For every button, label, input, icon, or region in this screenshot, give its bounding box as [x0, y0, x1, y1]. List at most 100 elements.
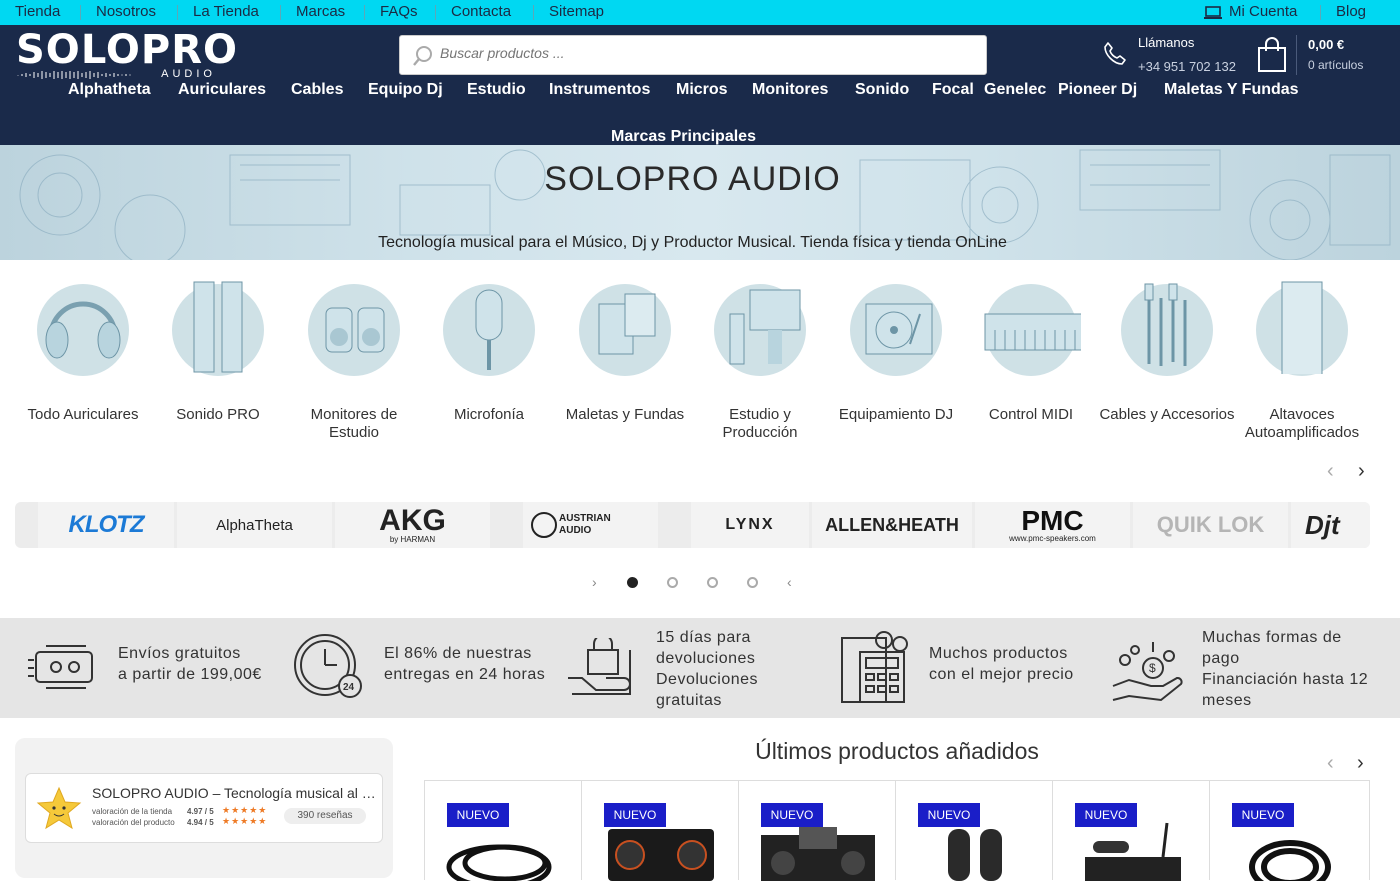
- my-account-link[interactable]: Mi Cuenta: [1229, 3, 1297, 20]
- product-card[interactable]: NUEVO: [1052, 780, 1210, 881]
- topbar-link-contacta[interactable]: Contacta: [451, 3, 511, 20]
- pagination-dot-4[interactable]: [747, 577, 758, 588]
- topbar-link-la-tienda[interactable]: La Tienda: [193, 3, 259, 20]
- studio-monitors-icon: [325, 307, 385, 353]
- brand-allen-heath[interactable]: ALLEN&HEATH: [812, 502, 972, 548]
- nav-estudio[interactable]: Estudio: [467, 81, 526, 99]
- separator: [435, 5, 436, 20]
- product-card[interactable]: NUEVO: [895, 780, 1053, 881]
- laptop-icon: [1204, 6, 1222, 25]
- new-badge: NUEVO: [1232, 803, 1294, 827]
- lynx-logo-text: LYNX: [725, 516, 775, 533]
- pagination-dot-1[interactable]: [627, 577, 638, 588]
- product-card[interactable]: NUEVO: [738, 780, 896, 881]
- topbar-link-faqs[interactable]: FAQs: [380, 3, 418, 20]
- calculator-icon: [841, 631, 908, 703]
- hero-title: SOLOPRO AUDIO: [544, 160, 841, 198]
- new-badge: NUEVO: [918, 803, 980, 827]
- separator: [364, 5, 365, 20]
- site-logo[interactable]: SOLOPRO AUDIO: [16, 27, 237, 80]
- divider: [1296, 35, 1297, 75]
- pagination-dot-2[interactable]: [667, 577, 678, 588]
- separator: [1320, 5, 1321, 20]
- brand-lynx[interactable]: LYNX: [691, 502, 809, 548]
- pmc-sub: www.pmc-speakers.com: [1009, 533, 1096, 543]
- products-prev-arrow[interactable]: ‹: [1327, 752, 1334, 775]
- latest-products-title: Últimos productos añadidos: [755, 738, 1039, 764]
- brand-austrian-audio[interactable]: AUSTRIAN AUDIO: [523, 502, 658, 548]
- brand-pmc[interactable]: PMC www.pmc-speakers.com: [975, 502, 1130, 548]
- cart-total[interactable]: 0,00 €: [1308, 37, 1344, 52]
- brand-akg[interactable]: AKG by HARMAN: [335, 502, 490, 548]
- cases-icon: [598, 293, 656, 355]
- topbar-link-nosotros[interactable]: Nosotros: [96, 3, 156, 20]
- category-label: Sonido PRO: [176, 406, 260, 423]
- brand-quik-lok[interactable]: QUIK LOK: [1133, 502, 1288, 548]
- product-rating-score: 4.94 / 5: [187, 818, 214, 827]
- nav-focal[interactable]: Focal: [932, 81, 974, 99]
- topbar-link-tienda[interactable]: Tienda: [15, 3, 60, 20]
- carousel-prev-arrow[interactable]: ‹: [1327, 460, 1334, 483]
- brand-djt[interactable]: Djt: [1291, 502, 1370, 548]
- feature-shipping: Envíos gratuitos a partir de 199,00€: [0, 618, 280, 718]
- brand-klotz[interactable]: KLOTZ: [38, 502, 174, 548]
- nav-auriculares[interactable]: Auriculares: [178, 81, 266, 99]
- pagination-dot-3[interactable]: [707, 577, 718, 588]
- nav-pioneer-dj[interactable]: Pioneer Dj: [1058, 81, 1137, 99]
- latest-products-carousel: NUEVO NUEVO NUEVO NUEVO NUEVO NUEVO: [424, 780, 1370, 881]
- clock-24-icon: 24: [294, 634, 362, 698]
- new-badge: NUEVO: [447, 803, 509, 827]
- brand-alphatheta[interactable]: AlphaTheta: [177, 502, 332, 548]
- headphones-icon: [45, 301, 121, 359]
- product-image-cable: [446, 844, 552, 881]
- pagination-next-icon[interactable]: ‹: [787, 574, 792, 590]
- product-card[interactable]: NUEVO: [424, 780, 582, 881]
- shipping-icon: [28, 645, 93, 689]
- category-label: Cables y Accesorios: [1099, 406, 1235, 423]
- topbar-link-marcas[interactable]: Marcas: [296, 3, 345, 20]
- feature-text: El 86% de nuestras entregas en 24 horas: [384, 645, 546, 683]
- logo-word: SOLOPRO: [16, 27, 238, 73]
- nav-maletas-y-fundas[interactable]: Maletas Y Fundas: [1164, 81, 1299, 99]
- cart-icon[interactable]: [1256, 37, 1288, 78]
- separator: [533, 5, 534, 20]
- nav-instrumentos[interactable]: Instrumentos: [549, 81, 650, 99]
- cables-icon: [1144, 283, 1187, 366]
- nav-equipo-dj[interactable]: Equipo Dj: [368, 81, 443, 99]
- product-card[interactable]: NUEVO: [581, 780, 739, 881]
- topbar-link-sitemap[interactable]: Sitemap: [549, 3, 604, 20]
- blog-link[interactable]: Blog: [1336, 3, 1366, 20]
- separator: [177, 5, 178, 20]
- austrian-audio-logo-icon: [531, 512, 557, 538]
- nav-marcas-principales[interactable]: Marcas Principales: [611, 128, 756, 146]
- rating-card[interactable]: SOLOPRO AUDIO – Tecnología musical al se…: [25, 773, 383, 843]
- nav-cables[interactable]: Cables: [291, 81, 343, 99]
- hero-banner: SOLOPRO AUDIO Tecnología musical para el…: [0, 145, 1400, 260]
- nav-micros[interactable]: Micros: [676, 81, 728, 99]
- store-rating-stars: ★★★★★: [222, 805, 268, 815]
- carousel-next-arrow[interactable]: ›: [1358, 460, 1365, 483]
- studio-icon: [729, 289, 801, 365]
- separator: [280, 5, 281, 20]
- products-next-arrow[interactable]: ›: [1357, 752, 1364, 775]
- nav-monitores[interactable]: Monitores: [752, 81, 828, 99]
- search-box[interactable]: [399, 35, 987, 75]
- category-label: Equipamiento DJ: [838, 406, 954, 423]
- akg-logo-text: AKG: [379, 503, 446, 537]
- nav-sonido[interactable]: Sonido: [855, 81, 909, 99]
- search-input[interactable]: [440, 45, 960, 61]
- feature-returns: 15 días para devoluciones Devoluciones g…: [560, 618, 830, 718]
- product-card[interactable]: NUEVO: [1209, 780, 1370, 881]
- star-mascot-icon: [36, 786, 82, 830]
- phone-icon: [1102, 41, 1128, 72]
- call-label: Llámanos: [1138, 35, 1195, 50]
- separator: [80, 5, 81, 20]
- product-rating-label: valoración del producto: [92, 818, 175, 827]
- payment-hand-icon: $: [1112, 642, 1183, 702]
- nav-alphatheta[interactable]: Alphatheta: [68, 81, 151, 99]
- category-label: Maletas y Fundas: [565, 406, 685, 423]
- call-number[interactable]: +34 951 702 132: [1138, 59, 1236, 74]
- reviews-count[interactable]: 390 reseñas: [284, 808, 366, 824]
- pagination-prev-icon[interactable]: ›: [592, 574, 597, 590]
- nav-genelec[interactable]: Genelec: [984, 81, 1046, 99]
